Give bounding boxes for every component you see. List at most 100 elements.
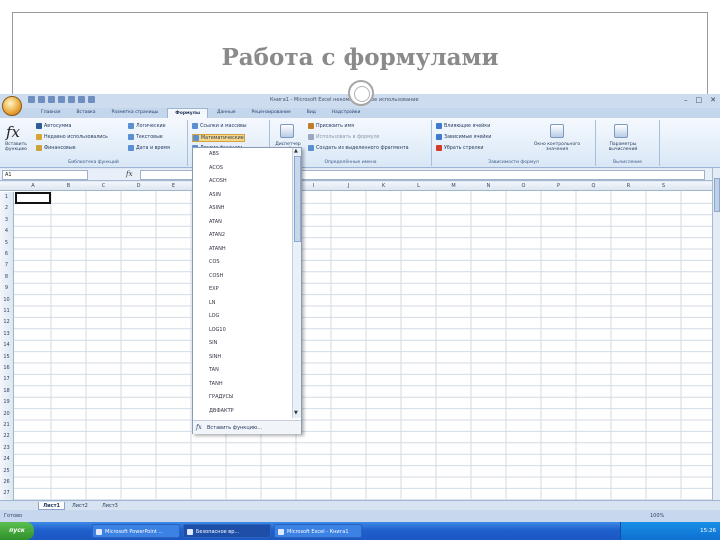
row-header[interactable]: 12 xyxy=(0,317,14,329)
use-in-formula-button[interactable]: Использовать в формуле xyxy=(308,134,380,140)
column-header[interactable]: N xyxy=(471,183,506,189)
function-item[interactable]: COSH xyxy=(209,273,223,279)
maximize-icon[interactable]: □ xyxy=(696,96,703,104)
trace-dependents-button[interactable]: Зависимые ячейки xyxy=(436,134,491,140)
column-header[interactable]: K xyxy=(366,183,401,189)
assign-name-button[interactable]: Присвоить имя xyxy=(308,123,354,129)
recent-button[interactable]: Недавно использовались xyxy=(36,134,108,140)
row-header[interactable]: 1 xyxy=(0,192,14,204)
row-header[interactable]: 24 xyxy=(0,454,14,466)
function-item[interactable]: ASINH xyxy=(209,205,225,211)
trace-precedents-button[interactable]: Влияющие ячейки xyxy=(436,123,490,129)
tab-data[interactable]: Данные xyxy=(210,108,242,118)
row-header[interactable]: 14 xyxy=(0,340,14,352)
row-header[interactable]: 23 xyxy=(0,442,14,455)
vertical-scrollbar[interactable] xyxy=(712,168,720,504)
row-header[interactable]: 19 xyxy=(0,397,14,409)
row-header[interactable]: 13 xyxy=(0,328,14,341)
function-item[interactable]: ATAN2 xyxy=(209,232,225,238)
scroll-down-icon[interactable]: ▼ xyxy=(294,410,298,416)
tab-home[interactable]: Главная xyxy=(34,108,67,118)
row-header[interactable]: 2 xyxy=(0,203,14,215)
function-item[interactable]: LOG10 xyxy=(209,327,226,333)
tab-view[interactable]: Вид xyxy=(300,108,323,118)
task-excel[interactable]: Microsoft Excel - Книга1 xyxy=(274,524,362,538)
column-header[interactable]: S xyxy=(646,183,681,189)
insert-function-menu-item[interactable]: fx Вставить функцию... xyxy=(193,420,301,434)
redo-icon[interactable] xyxy=(48,96,55,103)
function-item[interactable]: LOG xyxy=(209,313,219,319)
scroll-up-icon[interactable]: ▲ xyxy=(294,148,298,154)
minimize-icon[interactable]: – xyxy=(684,96,688,104)
column-header[interactable]: C xyxy=(86,183,121,189)
calc-options-icon[interactable] xyxy=(614,124,628,138)
sheet-tab-1[interactable]: Лист1 xyxy=(38,502,65,510)
column-header[interactable]: O xyxy=(506,183,541,189)
fx-label[interactable]: fx xyxy=(126,170,133,178)
watch-window-button[interactable]: Окно контрольного значения xyxy=(526,142,588,152)
scroll-thumb[interactable] xyxy=(714,178,720,212)
function-item[interactable]: LN xyxy=(209,300,216,306)
chart-icon[interactable] xyxy=(88,96,95,103)
preview-icon[interactable] xyxy=(68,96,75,103)
sort-icon[interactable] xyxy=(78,96,85,103)
start-button[interactable]: пуск xyxy=(0,522,34,540)
text-button[interactable]: Текстовые xyxy=(128,134,163,140)
function-item[interactable]: SINH xyxy=(209,354,221,360)
active-cell[interactable] xyxy=(15,192,51,204)
function-item[interactable]: COS xyxy=(209,259,220,265)
name-box[interactable]: A1 xyxy=(2,170,88,180)
row-header[interactable]: 4 xyxy=(0,226,14,238)
row-header[interactable]: 5 xyxy=(0,237,14,249)
function-item[interactable]: ДВФАКТР xyxy=(209,408,234,414)
worksheet-grid[interactable]: ABCDEFGHIJKLMNOPQRS 12345678910111213141… xyxy=(0,182,712,500)
financial-button[interactable]: Финансовые xyxy=(36,145,76,151)
function-item[interactable]: ACOSH xyxy=(209,178,227,184)
column-header[interactable]: E xyxy=(156,183,191,189)
create-from-selection-button[interactable]: Создать из выделенного фрагмента xyxy=(308,145,409,151)
function-item[interactable]: ACOS xyxy=(209,165,223,171)
tab-formulas[interactable]: Формулы xyxy=(167,108,209,118)
autosum-button[interactable]: Автосумма xyxy=(36,123,72,129)
dropdown-scrollbar[interactable]: ▲ ▼ xyxy=(292,148,301,418)
row-header[interactable]: 20 xyxy=(0,408,14,420)
row-header[interactable]: 3 xyxy=(0,214,14,227)
dropdown-scroll-thumb[interactable] xyxy=(294,156,301,242)
function-item[interactable]: ATAN xyxy=(209,219,222,225)
row-header[interactable]: 9 xyxy=(0,283,14,295)
lookup-button[interactable]: Ссылки и массивы xyxy=(192,123,247,129)
sheet-tab-2[interactable]: Лист2 xyxy=(68,502,92,510)
column-header[interactable]: Q xyxy=(576,183,611,189)
row-header[interactable]: 6 xyxy=(0,249,14,261)
insert-function-icon[interactable]: fx xyxy=(6,123,20,141)
office-button[interactable] xyxy=(2,96,22,116)
save-icon[interactable] xyxy=(28,96,35,103)
row-header[interactable]: 15 xyxy=(0,351,14,363)
tab-review[interactable]: Рецензирование xyxy=(245,108,298,118)
function-item[interactable]: EXP xyxy=(209,286,219,292)
remove-arrows-button[interactable]: Убрать стрелки xyxy=(436,145,484,151)
tab-insert[interactable]: Вставка xyxy=(69,108,102,118)
column-header[interactable]: R xyxy=(611,183,646,189)
row-header[interactable]: 10 xyxy=(0,294,14,306)
name-manager-icon[interactable] xyxy=(280,124,294,138)
calc-options-button[interactable]: Параметры вычислений xyxy=(598,142,648,152)
column-header[interactable]: J xyxy=(331,183,366,189)
logical-button[interactable]: Логические xyxy=(128,123,166,129)
column-header[interactable]: M xyxy=(436,183,471,189)
row-header[interactable]: 8 xyxy=(0,271,14,284)
datetime-button[interactable]: Дата и время xyxy=(128,145,170,151)
row-header[interactable]: 25 xyxy=(0,465,14,477)
column-header[interactable]: A xyxy=(15,183,51,189)
function-item[interactable]: ASIN xyxy=(209,192,221,198)
column-header[interactable]: D xyxy=(121,183,156,189)
row-header[interactable]: 16 xyxy=(0,363,14,375)
row-header[interactable]: 18 xyxy=(0,385,14,398)
function-item[interactable]: SIN xyxy=(209,340,217,346)
row-header[interactable]: 17 xyxy=(0,374,14,386)
row-header[interactable]: 11 xyxy=(0,306,14,318)
row-header[interactable]: 22 xyxy=(0,431,14,443)
print-icon[interactable] xyxy=(58,96,65,103)
tab-page-layout[interactable]: Разметка страницы xyxy=(105,108,166,118)
function-item[interactable]: ABS xyxy=(209,151,219,157)
